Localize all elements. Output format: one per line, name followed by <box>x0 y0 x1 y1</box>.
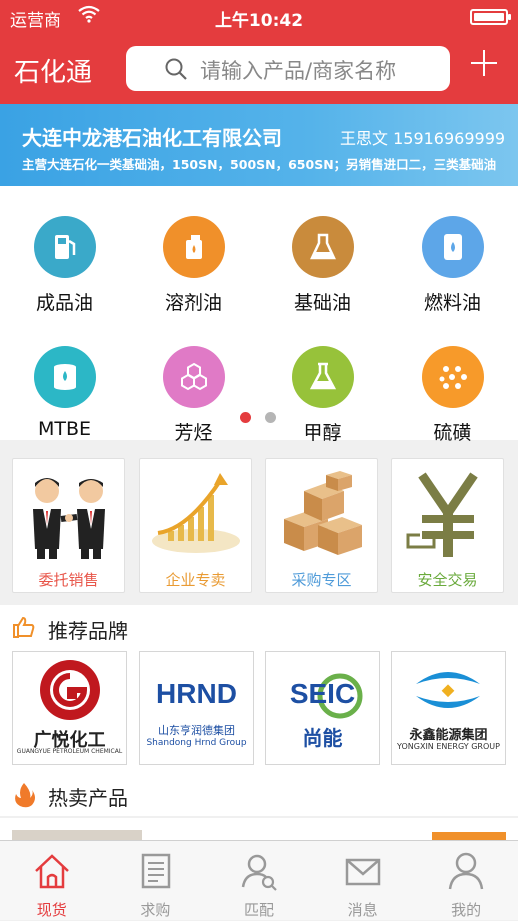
search-input[interactable]: 请输入产品/商家名称 <box>126 46 450 91</box>
page-dot[interactable] <box>265 412 276 423</box>
ad-banner[interactable]: 大连中龙港石油化工有限公司 王思文 15916969999 主营大连石化一类基础… <box>0 104 518 186</box>
clock: 上午10:42 <box>214 11 304 31</box>
banner-contact: 王思文 15916969999 <box>340 129 506 148</box>
feature-cards: 委托销售 企业专卖 采购专区 安全交易 <box>0 446 518 604</box>
brand-list: 广悦化工 GUANGYUE PETROLEUM CHEMICAL HRND 山东… <box>0 648 518 776</box>
thumbs-up-icon <box>12 615 36 643</box>
brand-subtitle-en: Shandong Hrnd Group <box>146 738 247 748</box>
category-label: 溶剂油 <box>164 292 222 314</box>
handshake-people-icon <box>21 469 118 561</box>
feature-card[interactable]: 企业专卖 <box>139 458 252 593</box>
category-label: MTBE <box>37 418 92 440</box>
section-title: 热卖产品 <box>48 786 128 810</box>
category-label: 硫磺 <box>433 422 472 444</box>
category-item[interactable]: 燃料油 <box>388 216 517 315</box>
brand-name: SEIC <box>289 678 356 709</box>
bottom-tab-bar: 现货 求购 匹配 消息 我的 <box>0 840 518 920</box>
tab-label: 我的 <box>451 901 482 919</box>
brand-card[interactable]: HRND 山东亨润德集团 Shandong Hrnd Group <box>139 651 254 765</box>
feature-label: 采购专区 <box>291 571 352 589</box>
category-item[interactable]: 甲醇 <box>258 346 387 445</box>
envelope-icon <box>345 858 381 886</box>
category-item[interactable]: MTBE <box>0 346 129 440</box>
document-icon <box>141 853 170 889</box>
brand-subtitle: 山东亨润德集团 <box>158 724 235 737</box>
tab-label: 消息 <box>347 901 378 919</box>
boxes-icon <box>274 469 371 561</box>
brands-section-header: 推荐品牌 <box>0 605 518 649</box>
flask-icon <box>291 216 354 278</box>
top-nav-bar: 石化通 请输入产品/商家名称 <box>0 34 518 104</box>
battery-icon <box>470 9 511 25</box>
feature-card[interactable]: 委托销售 <box>12 458 125 593</box>
brand-name: 永鑫能源集团 <box>409 728 488 743</box>
yongxin-logo-icon <box>416 672 480 708</box>
tab-spot[interactable]: 现货 <box>0 841 104 921</box>
brand-card[interactable]: 永鑫能源集团 YONGXIN ENERGY GROUP <box>391 651 506 765</box>
tab-label: 现货 <box>36 901 67 919</box>
product-badge <box>432 832 506 840</box>
person-icon <box>449 852 484 890</box>
category-label: 芳烃 <box>174 422 213 444</box>
tab-mine[interactable]: 我的 <box>414 841 518 921</box>
category-grid: 成品油 溶剂油 基础油 燃料油 MTBE 芳烃 甲醇 硫磺 <box>0 186 518 444</box>
feature-label: 安全交易 <box>417 571 478 589</box>
fuel-pump-icon <box>33 216 96 278</box>
app-title: 石化通 <box>14 58 93 88</box>
feature-label: 委托销售 <box>38 571 99 589</box>
tab-label: 求购 <box>140 901 171 919</box>
feature-card[interactable]: 采购专区 <box>265 458 378 593</box>
brand-card[interactable]: 广悦化工 GUANGYUE PETROLEUM CHEMICAL <box>12 651 127 765</box>
brand-subtitle: YONGXIN ENERGY GROUP <box>397 742 500 751</box>
category-label: 成品油 <box>35 292 93 314</box>
section-title: 推荐品牌 <box>48 619 128 643</box>
tab-buy[interactable]: 求购 <box>104 841 208 921</box>
feature-card[interactable]: 安全交易 <box>391 458 504 593</box>
add-button[interactable] <box>470 48 498 76</box>
category-label: 燃料油 <box>423 292 481 314</box>
banner-description: 主营大连石化一类基础油，150SN，500SN，650SN；另销售进口二，三类基… <box>22 157 497 172</box>
dots-grid-icon <box>421 346 484 408</box>
yuan-icon <box>400 469 497 561</box>
barrel-icon <box>421 216 484 278</box>
page-dot-active[interactable] <box>240 412 251 423</box>
oil-can-icon <box>162 216 225 278</box>
hexagon-molecule-icon <box>162 346 225 408</box>
hot-section-header: 热卖产品 <box>0 772 518 816</box>
category-item[interactable]: 成品油 <box>0 216 129 315</box>
category-item[interactable]: 溶剂油 <box>129 216 258 315</box>
tab-match[interactable]: 匹配 <box>207 841 311 921</box>
barrel-drop-icon <box>33 346 96 408</box>
tab-label: 匹配 <box>243 901 274 919</box>
category-item[interactable]: 基础油 <box>258 216 387 315</box>
brand-name: HRND <box>156 678 237 709</box>
user-search-icon <box>241 854 277 891</box>
tab-messages[interactable]: 消息 <box>311 841 415 921</box>
beaker-icon <box>291 346 354 408</box>
category-item[interactable]: 硫磺 <box>388 346 517 445</box>
search-placeholder: 请输入产品/商家名称 <box>200 59 397 83</box>
hot-product-preview[interactable] <box>0 818 518 840</box>
flame-icon <box>12 782 36 812</box>
banner-company-name: 大连中龙港石油化工有限公司 <box>22 126 282 150</box>
growth-chart-icon <box>148 469 245 561</box>
brand-subtitle: GUANGYUE PETROLEUM CHEMICAL <box>16 748 123 755</box>
category-label: 基础油 <box>293 292 351 314</box>
status-bar: 运营商 上午10:42 <box>0 0 518 34</box>
search-icon <box>164 57 188 85</box>
brand-subtitle: 尚能 <box>302 726 343 750</box>
category-item[interactable]: 芳烃 <box>129 346 258 445</box>
product-thumbnail <box>12 830 142 840</box>
brand-card[interactable]: SEIC 尚能 <box>265 651 380 765</box>
page-indicator <box>240 408 290 427</box>
home-icon <box>35 854 69 889</box>
feature-label: 企业专卖 <box>165 571 226 589</box>
